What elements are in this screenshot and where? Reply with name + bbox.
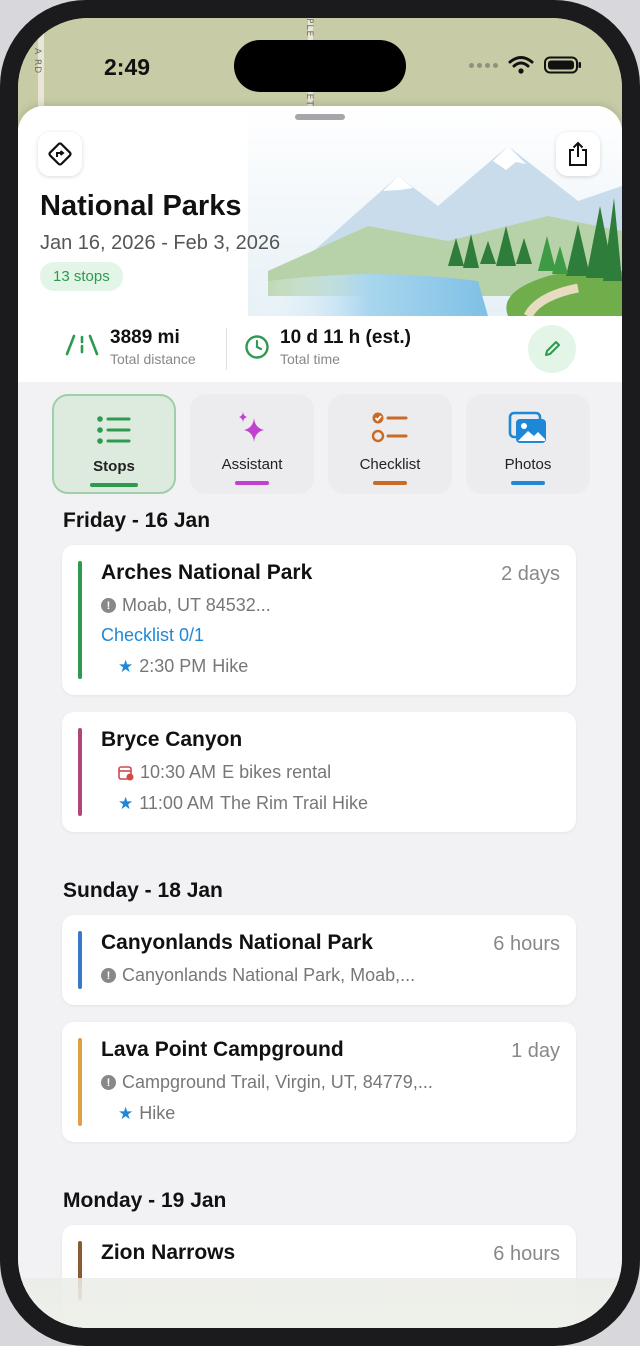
screen: A RD PLE IET 2:49 National Parks Jan 16,… [18,18,622,1328]
photos-icon [508,411,546,443]
trip-header: National Parks Jan 16, 2026 - Feb 3, 202… [18,106,622,316]
share-icon [569,141,587,166]
trip-stats: 3889 mi Total distance 10 d 11 h (est.) … [18,316,622,382]
rental-time: 10:30 AM [140,762,217,782]
info-icon: ! [101,598,116,613]
activity-name: Hike [139,1103,176,1123]
stop-card[interactable]: Bryce Canyon 10:30 AM E bikes rental ★ 1… [62,712,576,832]
stop-activity: ★ 2:30 PM Hike [118,656,248,677]
stop-name: Arches National Park [101,561,313,584]
distance-stat: 3889 mi Total distance [64,326,196,368]
info-icon: ! [101,968,116,983]
tab-assistant[interactable]: Assistant [190,394,314,494]
tab-stops-label: Stops [93,458,135,475]
stop-card[interactable]: Arches National Park 2 days ! Moab, UT 8… [62,545,576,695]
clock-icon [245,335,269,359]
tab-stops[interactable]: Stops [52,394,176,494]
trip-dates: Jan 16, 2026 - Feb 3, 2026 [40,232,281,254]
stop-card[interactable]: Canyonlands National Park 6 hours ! Cany… [62,915,576,1005]
list-icon [97,416,131,444]
stop-color-stripe [78,561,82,679]
tab-checklist-label: Checklist [359,456,421,473]
stop-color-stripe [78,931,82,989]
tab-checklist[interactable]: Checklist [328,394,452,494]
status-indicators [469,55,582,75]
tab-checklist-indicator [373,481,407,485]
dynamic-island [234,40,406,92]
star-icon: ★ [118,656,134,676]
tab-photos[interactable]: Photos [466,394,590,494]
stop-address: ! Campground Trail, Virgin, UT, 84779,..… [101,1072,433,1093]
activity-name: Hike [212,656,249,676]
tab-stops-indicator [90,483,138,487]
distance-label: Total distance [110,351,196,367]
wifi-icon [508,56,534,74]
stops-count-badge: 13 stops [40,262,123,291]
edit-trip-button[interactable] [528,325,576,373]
tab-assistant-label: Assistant [221,456,283,473]
rental-name: E bikes rental [222,762,332,782]
day-header: Friday - 16 Jan [63,509,211,532]
stop-duration: 1 day [511,1040,560,1062]
stop-address-text: Canyonlands National Park, Moab,... [122,965,416,985]
stop-activity: ★ 11:00 AM The Rim Trail Hike [118,793,368,814]
stop-duration: 6 hours [493,1243,560,1265]
trip-title: National Parks [40,190,242,222]
stop-name: Lava Point Campground [101,1038,344,1061]
calendar-alert-icon [118,765,134,780]
time-label: Total time [280,351,340,367]
share-button[interactable] [556,132,600,176]
map-road-label: PLE [304,18,314,38]
activity-time: 2:30 PM [139,656,207,676]
phone-frame: A RD PLE IET 2:49 National Parks Jan 16,… [0,0,640,1346]
distance-value: 3889 mi [110,327,180,348]
stop-address: ! Canyonlands National Park, Moab,... [101,965,415,986]
directions-icon [48,142,72,166]
tab-photos-label: Photos [504,456,552,473]
stop-color-stripe [78,728,82,816]
stop-name: Canyonlands National Park [101,931,373,954]
day-header: Monday - 19 Jan [63,1189,227,1212]
stop-address-text: Campground Trail, Virgin, UT, 84779,... [122,1072,433,1092]
checklist-icon [371,412,408,443]
tab-photos-indicator [511,481,545,485]
stop-address: ! Moab, UT 84532... [101,595,271,616]
cellular-signal-icon [469,62,498,68]
directions-button[interactable] [38,132,82,176]
day-header: Sunday - 18 Jan [63,879,223,902]
star-icon: ★ [118,793,134,813]
stop-color-stripe [78,1038,82,1126]
bottom-fade [18,1278,622,1328]
tab-assistant-indicator [235,481,269,485]
info-icon: ! [101,1075,116,1090]
stop-duration: 6 hours [493,933,560,955]
pencil-icon [545,341,560,356]
stop-duration: 2 days [501,563,560,585]
stop-card[interactable]: Lava Point Campground 1 day ! Campground… [62,1022,576,1142]
stop-name: Zion Narrows [101,1241,236,1264]
activity-time: 11:00 AM [139,793,214,813]
stop-name: Bryce Canyon [101,728,243,751]
stop-address-text: Moab, UT 84532... [122,595,271,615]
section-tabs: Stops Assistant Checklist Photos [52,394,592,494]
star-icon: ★ [118,1103,134,1123]
map-road-label: A RD [32,48,42,75]
trip-sheet: National Parks Jan 16, 2026 - Feb 3, 202… [18,106,622,1328]
map-road-label: IET [304,90,314,107]
sparkles-icon [239,412,264,442]
time-value: 10 d 11 h (est.) [280,327,411,348]
battery-icon [544,56,581,74]
stop-checklist-link[interactable]: Checklist 0/1 [101,625,204,646]
stop-activity: ★ Hike [118,1103,175,1124]
sheet-grabber[interactable] [295,114,345,120]
status-time: 2:49 [104,54,151,80]
time-stat: 10 d 11 h (est.) Total time [244,326,411,368]
stop-rental: 10:30 AM E bikes rental [118,762,331,783]
road-icon [65,334,99,356]
activity-name: The Rim Trail Hike [219,793,368,813]
